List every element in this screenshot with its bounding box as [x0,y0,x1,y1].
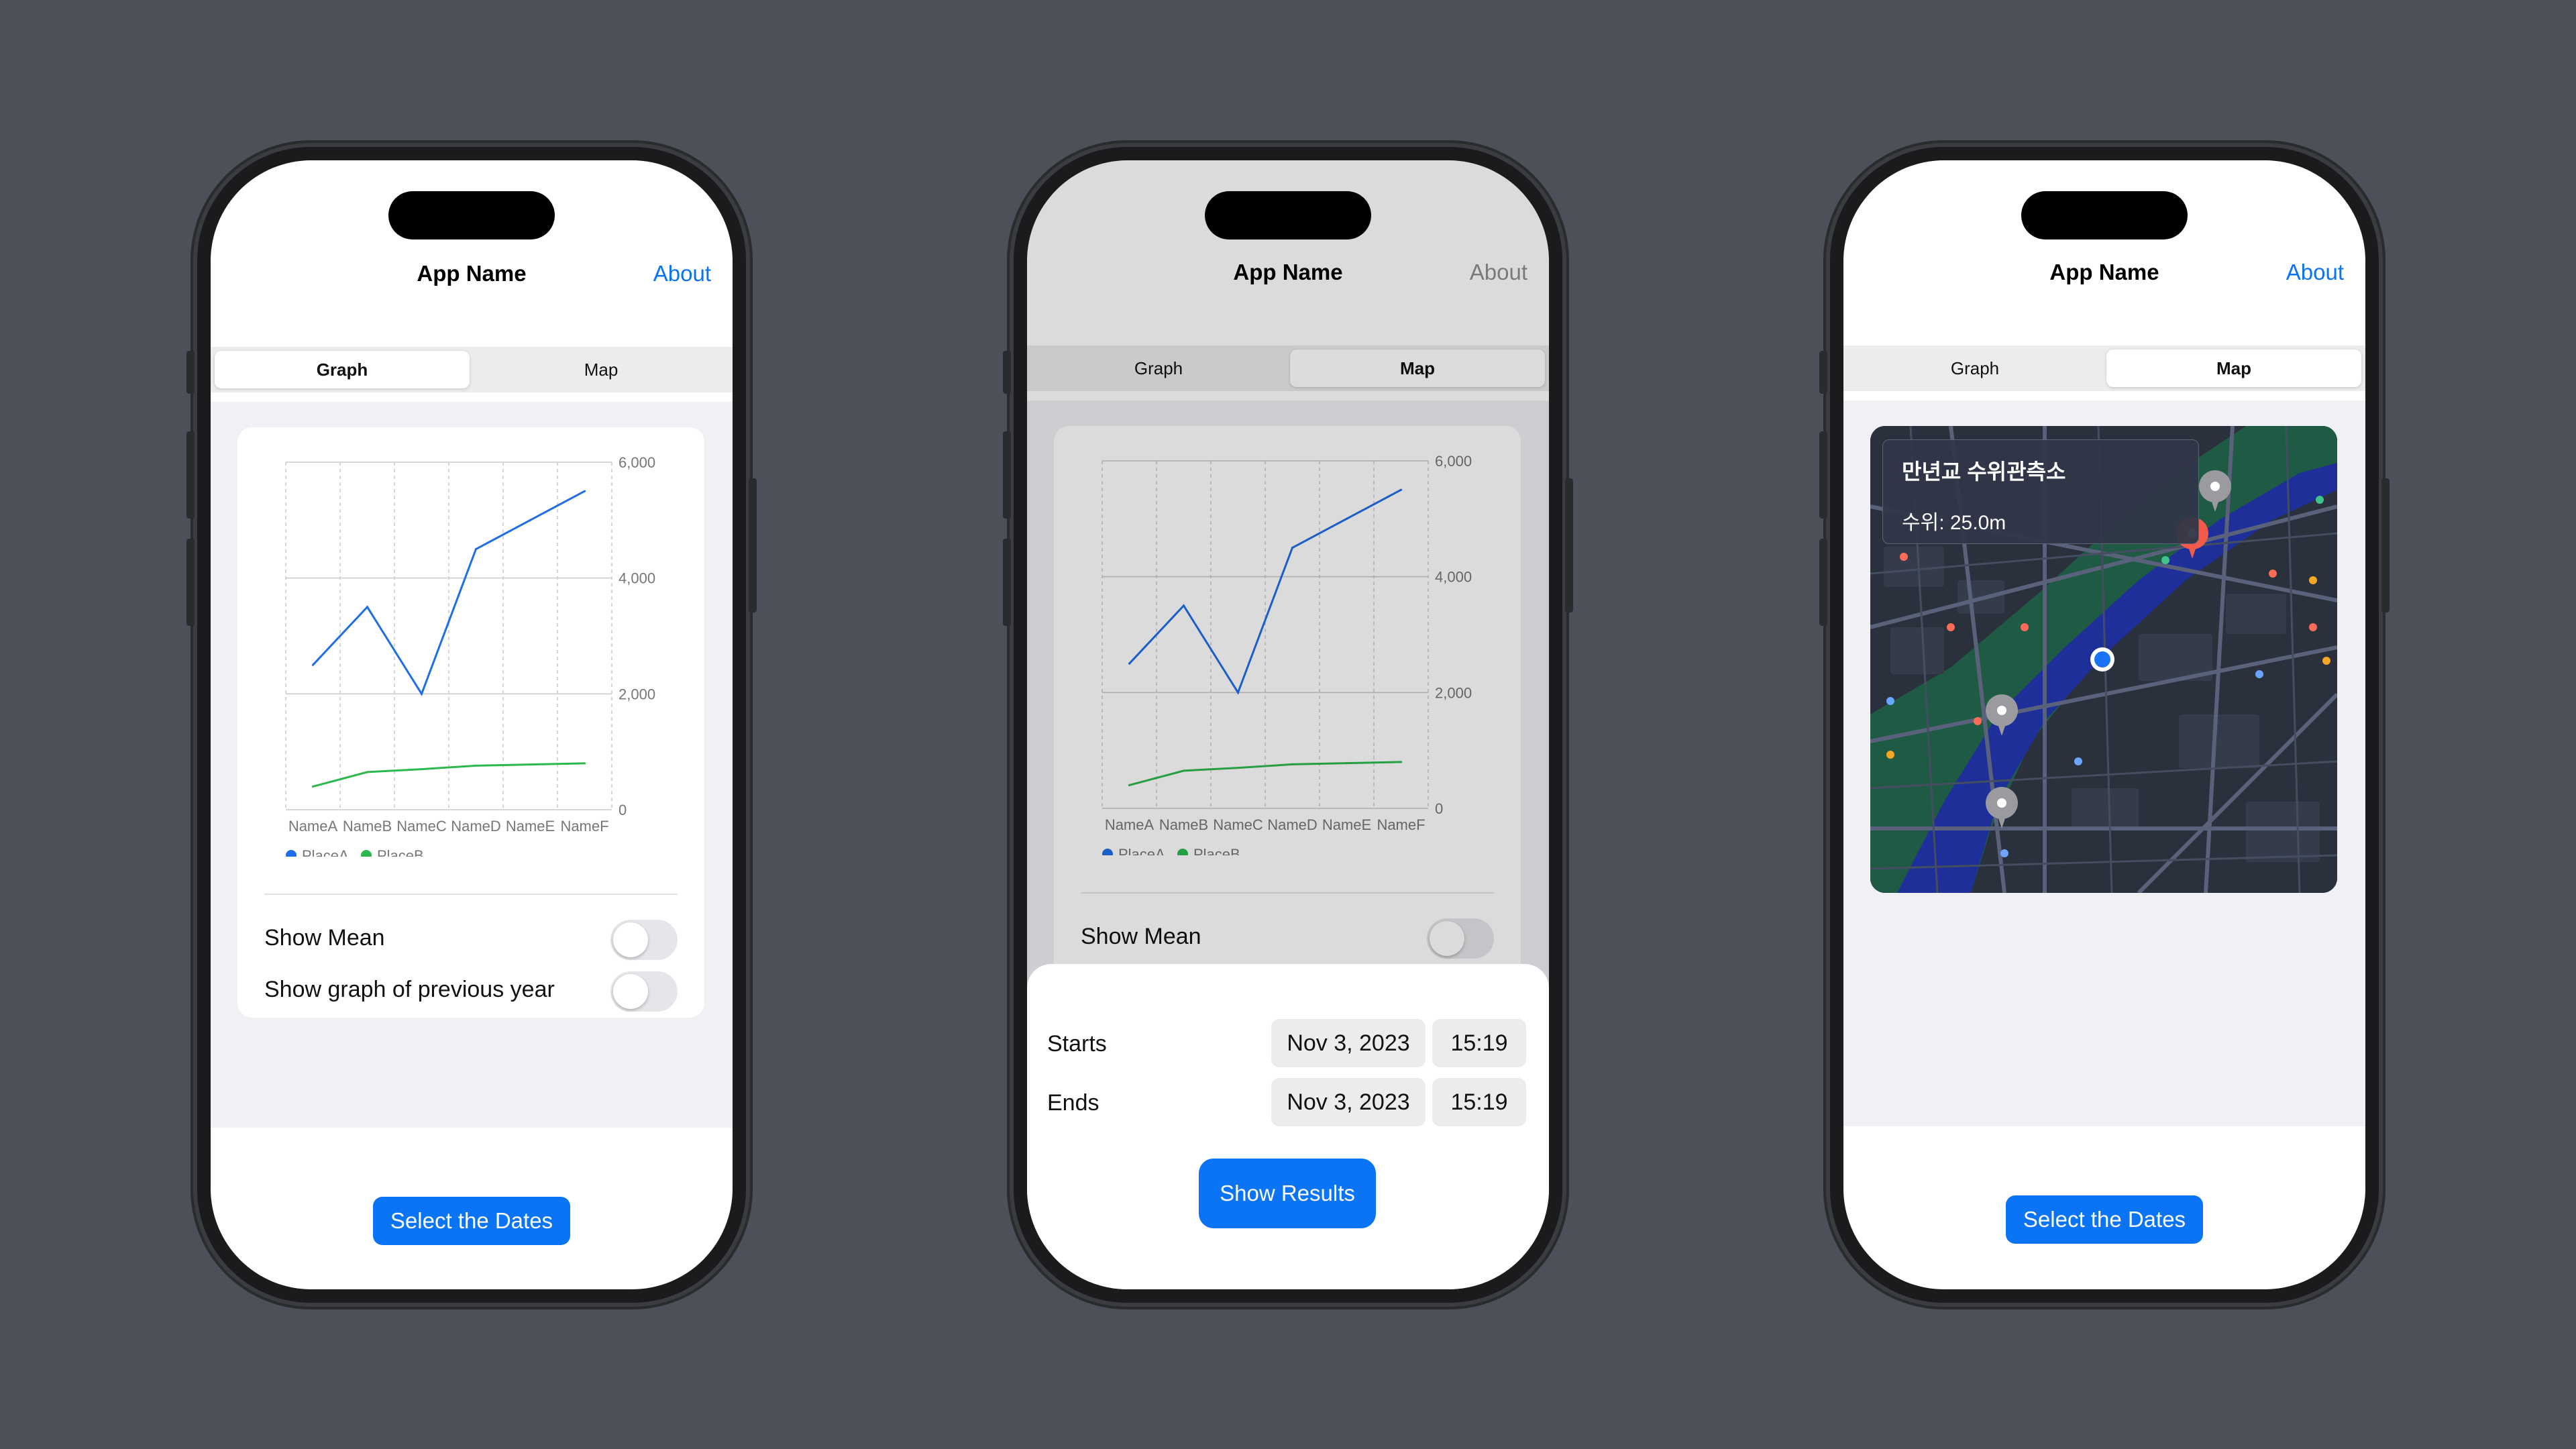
x-tick-label: NameE [506,818,555,835]
divider [264,894,678,895]
tab-graph[interactable]: Graph [1847,350,2102,387]
data-point-PlaceB [583,762,586,765]
phone-graph-view: App Name About Graph Map 0 2,000 4,000 6,00… [186,143,757,1307]
x-tick-label: NameF [560,818,608,835]
y-tick-label: 2,000 [619,686,655,702]
select-dates-button[interactable]: Select the Dates [2006,1195,2203,1244]
show-mean-toggle[interactable] [610,920,678,960]
ends-label: Ends [1047,1090,1099,1116]
x-tick-label: NameB [343,818,392,835]
data-point-PlaceB [366,771,369,773]
data-point-PlaceB [420,767,423,771]
phone-map-view: App Name About Graph Map 만년교 수위관측소 수위: 2… [1819,143,2390,1307]
map-view[interactable]: 만년교 수위관측소 수위: 25.0m [1870,426,2337,893]
show-mean-row: Show Mean [264,916,678,963]
y-tick-label: 6,000 [619,454,655,471]
x-tick-label: NameA [288,818,338,835]
data-point-PlaceB [474,764,478,767]
about-link[interactable]: About [653,261,711,286]
data-point-PlaceB [311,785,315,788]
legend-label: PlaceB [377,847,424,857]
screen: App Name About Graph Map 만년교 수위관측소 수위: 2… [1843,160,2365,1289]
data-point-PlaceA [474,547,478,551]
graph-card: 0 2,000 4,000 6,000 NameA NameB NameC NameD Name… [237,427,704,1018]
legend-marker [361,850,372,857]
x-tick-label: NameD [451,818,501,835]
data-point-PlaceA [529,519,532,521]
tab-map[interactable]: Map [2106,350,2361,387]
show-prev-year-label: Show graph of previous year [264,977,555,1002]
data-point-PlaceB [529,763,532,766]
starts-row: Starts Nov 3, 2023 15:19 [1047,1019,1529,1067]
starts-time-picker[interactable]: 15:19 [1432,1019,1526,1067]
user-location-icon [2090,647,2114,672]
tab-graph[interactable]: Graph [215,351,470,388]
legend-label: PlaceA [302,847,349,857]
screen: App Name About Graph Map 0 2,000 4,000 6,00… [211,160,733,1289]
view-segmented-control: Graph Map [211,347,733,392]
y-tick-label: 4,000 [619,570,655,587]
view-segmented-control: Graph Map [1843,345,2365,391]
ends-time-picker[interactable]: 15:19 [1432,1078,1526,1126]
map-content: 만년교 수위관측소 수위: 25.0m [1843,400,2365,1126]
about-link[interactable]: About [2286,260,2344,285]
dynamic-island [2021,191,2188,239]
select-dates-button[interactable]: Select the Dates [373,1197,570,1245]
water-level: 수위: 25.0m [1902,512,2006,534]
legend-marker [286,850,297,857]
dynamic-island [388,191,555,239]
data-point-PlaceA [366,606,369,608]
show-prev-year-toggle[interactable] [610,971,678,1012]
graph-content: 0 2,000 4,000 6,000 NameA NameB NameC NameD Name… [211,402,733,1128]
screen: App Name About Graph Map 0 2,000 4,000 6,00… [1027,160,1549,1289]
phone-date-sheet-view: App Name About Graph Map 0 2,000 4,000 6,00… [1003,143,1573,1307]
y-tick-label: 0 [619,802,627,818]
station-callout[interactable]: 만년교 수위관측소 수위: 25.0m [1882,439,2199,544]
show-prev-year-row: Show graph of previous year [264,967,678,1014]
show-results-button[interactable]: Show Results [1199,1159,1376,1228]
x-tick-label: NameC [396,818,447,835]
station-name: 만년교 수위관측소 [1902,460,2066,484]
starts-label: Starts [1047,1031,1107,1057]
series-line-PlaceB [313,762,585,788]
dynamic-island [1205,191,1371,239]
data-point-PlaceA [311,663,315,666]
ends-date-picker[interactable]: Nov 3, 2023 [1271,1078,1426,1126]
starts-date-picker[interactable]: Nov 3, 2023 [1271,1019,1426,1067]
data-point-PlaceA [420,692,423,695]
tab-map[interactable]: Map [474,351,729,388]
ends-row: Ends Nov 3, 2023 15:19 [1047,1078,1529,1126]
date-picker-sheet: Starts Nov 3, 2023 15:19 Ends Nov 3, 202… [1027,964,1549,1289]
data-point-PlaceA [583,490,586,492]
show-mean-label: Show Mean [264,925,385,951]
line-chart: 0 2,000 4,000 6,000 NameA NameB NameC NameD Name… [285,454,655,857]
